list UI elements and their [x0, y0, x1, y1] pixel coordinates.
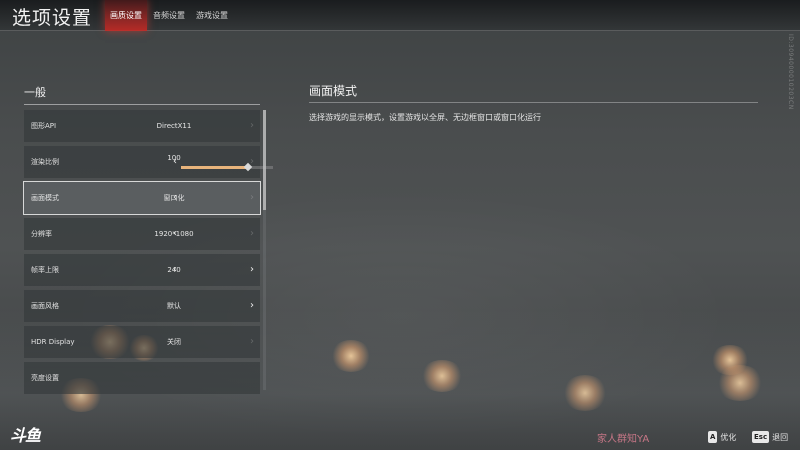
description-title: 画面模式 — [309, 84, 358, 98]
slider-fill — [181, 166, 249, 169]
setting-row-hdr-display[interactable]: HDR Display ‹ 关闭 › — [24, 326, 260, 358]
build-id-text: ID:3094000010203CN — [787, 34, 794, 110]
optimize-hint[interactable]: A 优化 — [708, 431, 736, 443]
esc-key-icon: Esc — [752, 431, 770, 443]
chevron-right-icon[interactable]: › — [250, 326, 254, 358]
chevron-right-icon[interactable]: › — [250, 218, 254, 250]
douyu-logo: 斗鱼 — [10, 426, 41, 445]
setting-value: 1920*1080 — [154, 230, 194, 238]
setting-label: HDR Display — [31, 338, 75, 346]
chevron-right-icon[interactable]: › — [250, 110, 254, 142]
description-text: 选择游戏的显示模式，设置游戏以全屏、无边框窗口或窗口化运行 — [309, 113, 541, 122]
setting-value: 240 — [167, 266, 181, 274]
setting-row-frame-rate-limit[interactable]: 帧率上限 ‹ 240 › — [24, 254, 260, 286]
setting-row-render-scale[interactable]: 渲染比例 ‹ 100 › — [24, 146, 273, 178]
optimize-label: 优化 — [720, 432, 737, 442]
setting-row-visual-style[interactable]: 画面风格 ‹ 默认 › — [24, 290, 260, 322]
streamer-watermark: 家人群知YA — [597, 434, 650, 445]
setting-value: 窗口化 — [163, 194, 185, 202]
setting-label: 图形API — [31, 122, 57, 130]
setting-label: 画面风格 — [31, 302, 59, 310]
chevron-right-icon[interactable]: › — [250, 182, 254, 214]
setting-value: DirectX11 — [156, 122, 192, 130]
setting-row-resolution[interactable]: 分辨率 ‹ 1920*1080 › — [24, 218, 260, 250]
setting-value: 100 — [167, 154, 181, 162]
tab-bar: 画质设置 音频设置 游戏设置 — [105, 0, 234, 31]
chevron-left-icon[interactable]: ‹ — [173, 146, 177, 178]
setting-label: 渲染比例 — [31, 158, 59, 166]
tab-graphics-settings[interactable]: 画质设置 — [105, 0, 147, 31]
back-label: 退回 — [772, 432, 789, 442]
description-divider — [309, 102, 758, 103]
chevron-right-icon[interactable]: › — [250, 146, 254, 178]
setting-value: 默认 — [167, 302, 181, 310]
back-hint[interactable]: Esc 退回 — [752, 431, 788, 443]
setting-row-brightness[interactable]: 亮度设置 — [24, 362, 260, 394]
page-title: 选项设置 — [12, 7, 93, 29]
section-title: 一般 — [24, 86, 46, 99]
chevron-right-icon[interactable]: › — [250, 254, 254, 286]
setting-label: 亮度设置 — [31, 374, 59, 382]
top-header: 选项设置 画质设置 音频设置 游戏设置 — [0, 0, 800, 31]
scrollbar-thumb[interactable] — [263, 110, 266, 210]
a-key-icon: A — [708, 431, 718, 443]
render-scale-slider[interactable] — [181, 166, 273, 169]
settings-scrollbar[interactable] — [263, 110, 266, 390]
settings-list: 图形API ‹ DirectX11 › 渲染比例 ‹ 100 › 画面模式 ‹ … — [23, 110, 273, 398]
tab-audio-settings[interactable]: 音频设置 — [148, 0, 190, 31]
chevron-right-icon[interactable]: › — [250, 290, 254, 322]
setting-row-display-mode[interactable]: 画面模式 ‹ 窗口化 › — [23, 181, 261, 215]
setting-label: 帧率上限 — [31, 266, 59, 274]
setting-row-graphics-api[interactable]: 图形API ‹ DirectX11 › — [24, 110, 260, 142]
setting-label: 分辨率 — [31, 230, 52, 238]
setting-label: 画面模式 — [31, 194, 59, 202]
tab-game-settings[interactable]: 游戏设置 — [191, 0, 233, 31]
setting-value: 关闭 — [167, 338, 181, 346]
section-divider — [24, 104, 260, 105]
